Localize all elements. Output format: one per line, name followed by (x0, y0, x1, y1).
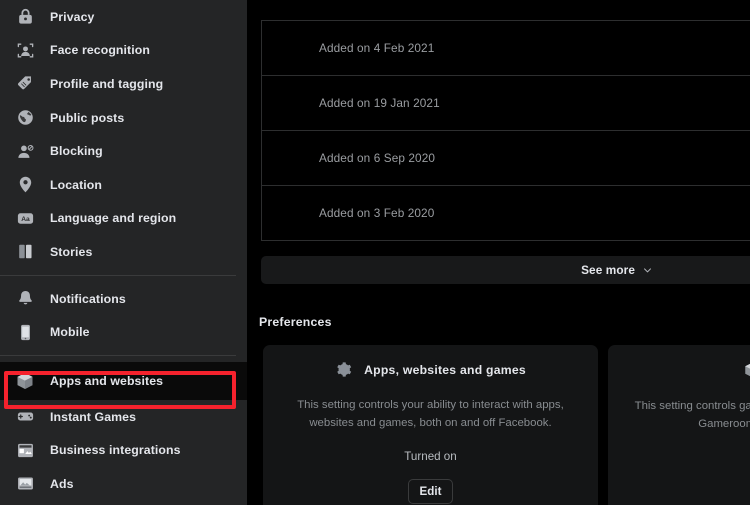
sidebar-item-label: Instant Games (50, 409, 137, 424)
location-pin-icon (14, 174, 36, 196)
settings-main-content: Added on 4 Feb 2021 Added on 19 Jan 2021… (247, 0, 750, 505)
preference-card-header: Game (743, 361, 750, 379)
sidebar-item-blocking[interactable]: Blocking (0, 134, 247, 168)
preference-card-apps-websites-games: Apps, websites and games This setting co… (263, 345, 598, 505)
edit-button[interactable]: Edit (407, 479, 454, 505)
mobile-phone-icon (14, 321, 36, 343)
preference-card-title: Apps, websites and games (364, 362, 526, 377)
sidebar-divider (0, 274, 236, 276)
preference-card-header: Apps, websites and games (335, 361, 526, 378)
sidebar-item-label: Language and region (50, 211, 177, 226)
sidebar-divider (0, 354, 236, 356)
sidebar-item-stories[interactable]: Stories (0, 235, 247, 269)
see-more-label: See more (581, 263, 635, 277)
sidebar-item-label: Ads (50, 476, 74, 491)
sidebar-item-label: Face recognition (50, 43, 150, 58)
sidebar-item-label: Stories (50, 244, 93, 259)
face-recognition-icon (14, 39, 36, 61)
sidebar-item-label: Blocking (50, 144, 103, 159)
preferences-heading: Preferences (259, 315, 332, 329)
sidebar-group-privacy: Privacy Face recognition Profile and tag… (0, 0, 247, 269)
settings-page: Privacy Face recognition Profile and tag… (0, 0, 750, 505)
sidebar-item-language-and-region[interactable]: Aa Language and region (0, 202, 247, 236)
added-date: Added on 19 Jan 2021 (319, 96, 440, 110)
sidebar-item-profile-and-tagging[interactable]: Profile and tagging (0, 67, 247, 101)
table-row[interactable]: Added on 19 Jan 2021 (262, 76, 750, 131)
sidebar-item-business-integrations[interactable]: Business integrations (0, 434, 247, 468)
sidebar-group-notifications: Notifications Mobile (0, 282, 247, 349)
sidebar-item-label: Profile and tagging (50, 76, 164, 91)
sidebar-item-face-recognition[interactable]: Face recognition (0, 34, 247, 68)
sidebar-item-public-posts[interactable]: Public posts (0, 101, 247, 135)
blocking-user-icon (14, 140, 36, 162)
sidebar-item-label: Mobile (50, 325, 90, 340)
added-apps-list: Added on 4 Feb 2021 Added on 19 Jan 2021… (261, 20, 750, 241)
sidebar-item-label: Business integrations (50, 443, 181, 458)
sidebar-item-location[interactable]: Location (0, 168, 247, 202)
gear-icon (335, 361, 352, 378)
preference-card-status: Turned on (404, 450, 457, 464)
stories-book-icon (14, 241, 36, 263)
sidebar-group-apps: Apps and websites Instant Games Business… (0, 361, 247, 501)
added-date: Added on 4 Feb 2021 (319, 41, 435, 55)
sidebar-item-label: Apps and websites (50, 373, 164, 388)
language-aa-icon: Aa (14, 207, 36, 229)
lock-icon (14, 6, 36, 28)
sidebar-item-privacy[interactable]: Privacy (0, 0, 247, 34)
preferences-card-row: Apps, websites and games This setting co… (263, 345, 750, 505)
sidebar-item-apps-and-websites[interactable]: Apps and websites (0, 361, 247, 400)
sidebar-item-label: Notifications (50, 291, 126, 306)
sidebar-item-notifications[interactable]: Notifications (0, 282, 247, 316)
gamepad-icon (14, 406, 36, 428)
bell-icon (14, 288, 36, 310)
added-date: Added on 3 Feb 2020 (319, 206, 435, 220)
cube-icon (743, 361, 750, 379)
svg-text:Aa: Aa (21, 216, 30, 223)
sidebar-item-mobile[interactable]: Mobile (0, 315, 247, 349)
preference-card-description: This setting controls your ability to in… (297, 399, 564, 429)
business-icon (14, 439, 36, 461)
cube-icon (14, 370, 36, 392)
preference-card-description: This setting controls game updates, and … (634, 400, 750, 430)
table-row[interactable]: Added on 4 Feb 2021 (262, 21, 750, 76)
added-date: Added on 6 Sep 2020 (319, 151, 436, 165)
tag-icon (14, 73, 36, 95)
ads-image-icon (14, 473, 36, 495)
sidebar-item-ads[interactable]: Ads (0, 467, 247, 501)
table-row[interactable]: Added on 6 Sep 2020 (262, 131, 750, 186)
sidebar-item-instant-games[interactable]: Instant Games (0, 400, 247, 434)
chevron-down-icon (642, 265, 653, 276)
table-row[interactable]: Added on 3 Feb 2020 (262, 186, 750, 241)
sidebar-item-label: Public posts (50, 110, 125, 125)
sidebar-item-label: Privacy (50, 9, 95, 24)
globe-icon (14, 107, 36, 129)
settings-sidebar: Privacy Face recognition Profile and tag… (0, 0, 247, 505)
see-more-button[interactable]: See more (261, 256, 750, 284)
sidebar-item-label: Location (50, 177, 103, 192)
preference-card-game: Game This setting controls game updates,… (608, 345, 750, 505)
